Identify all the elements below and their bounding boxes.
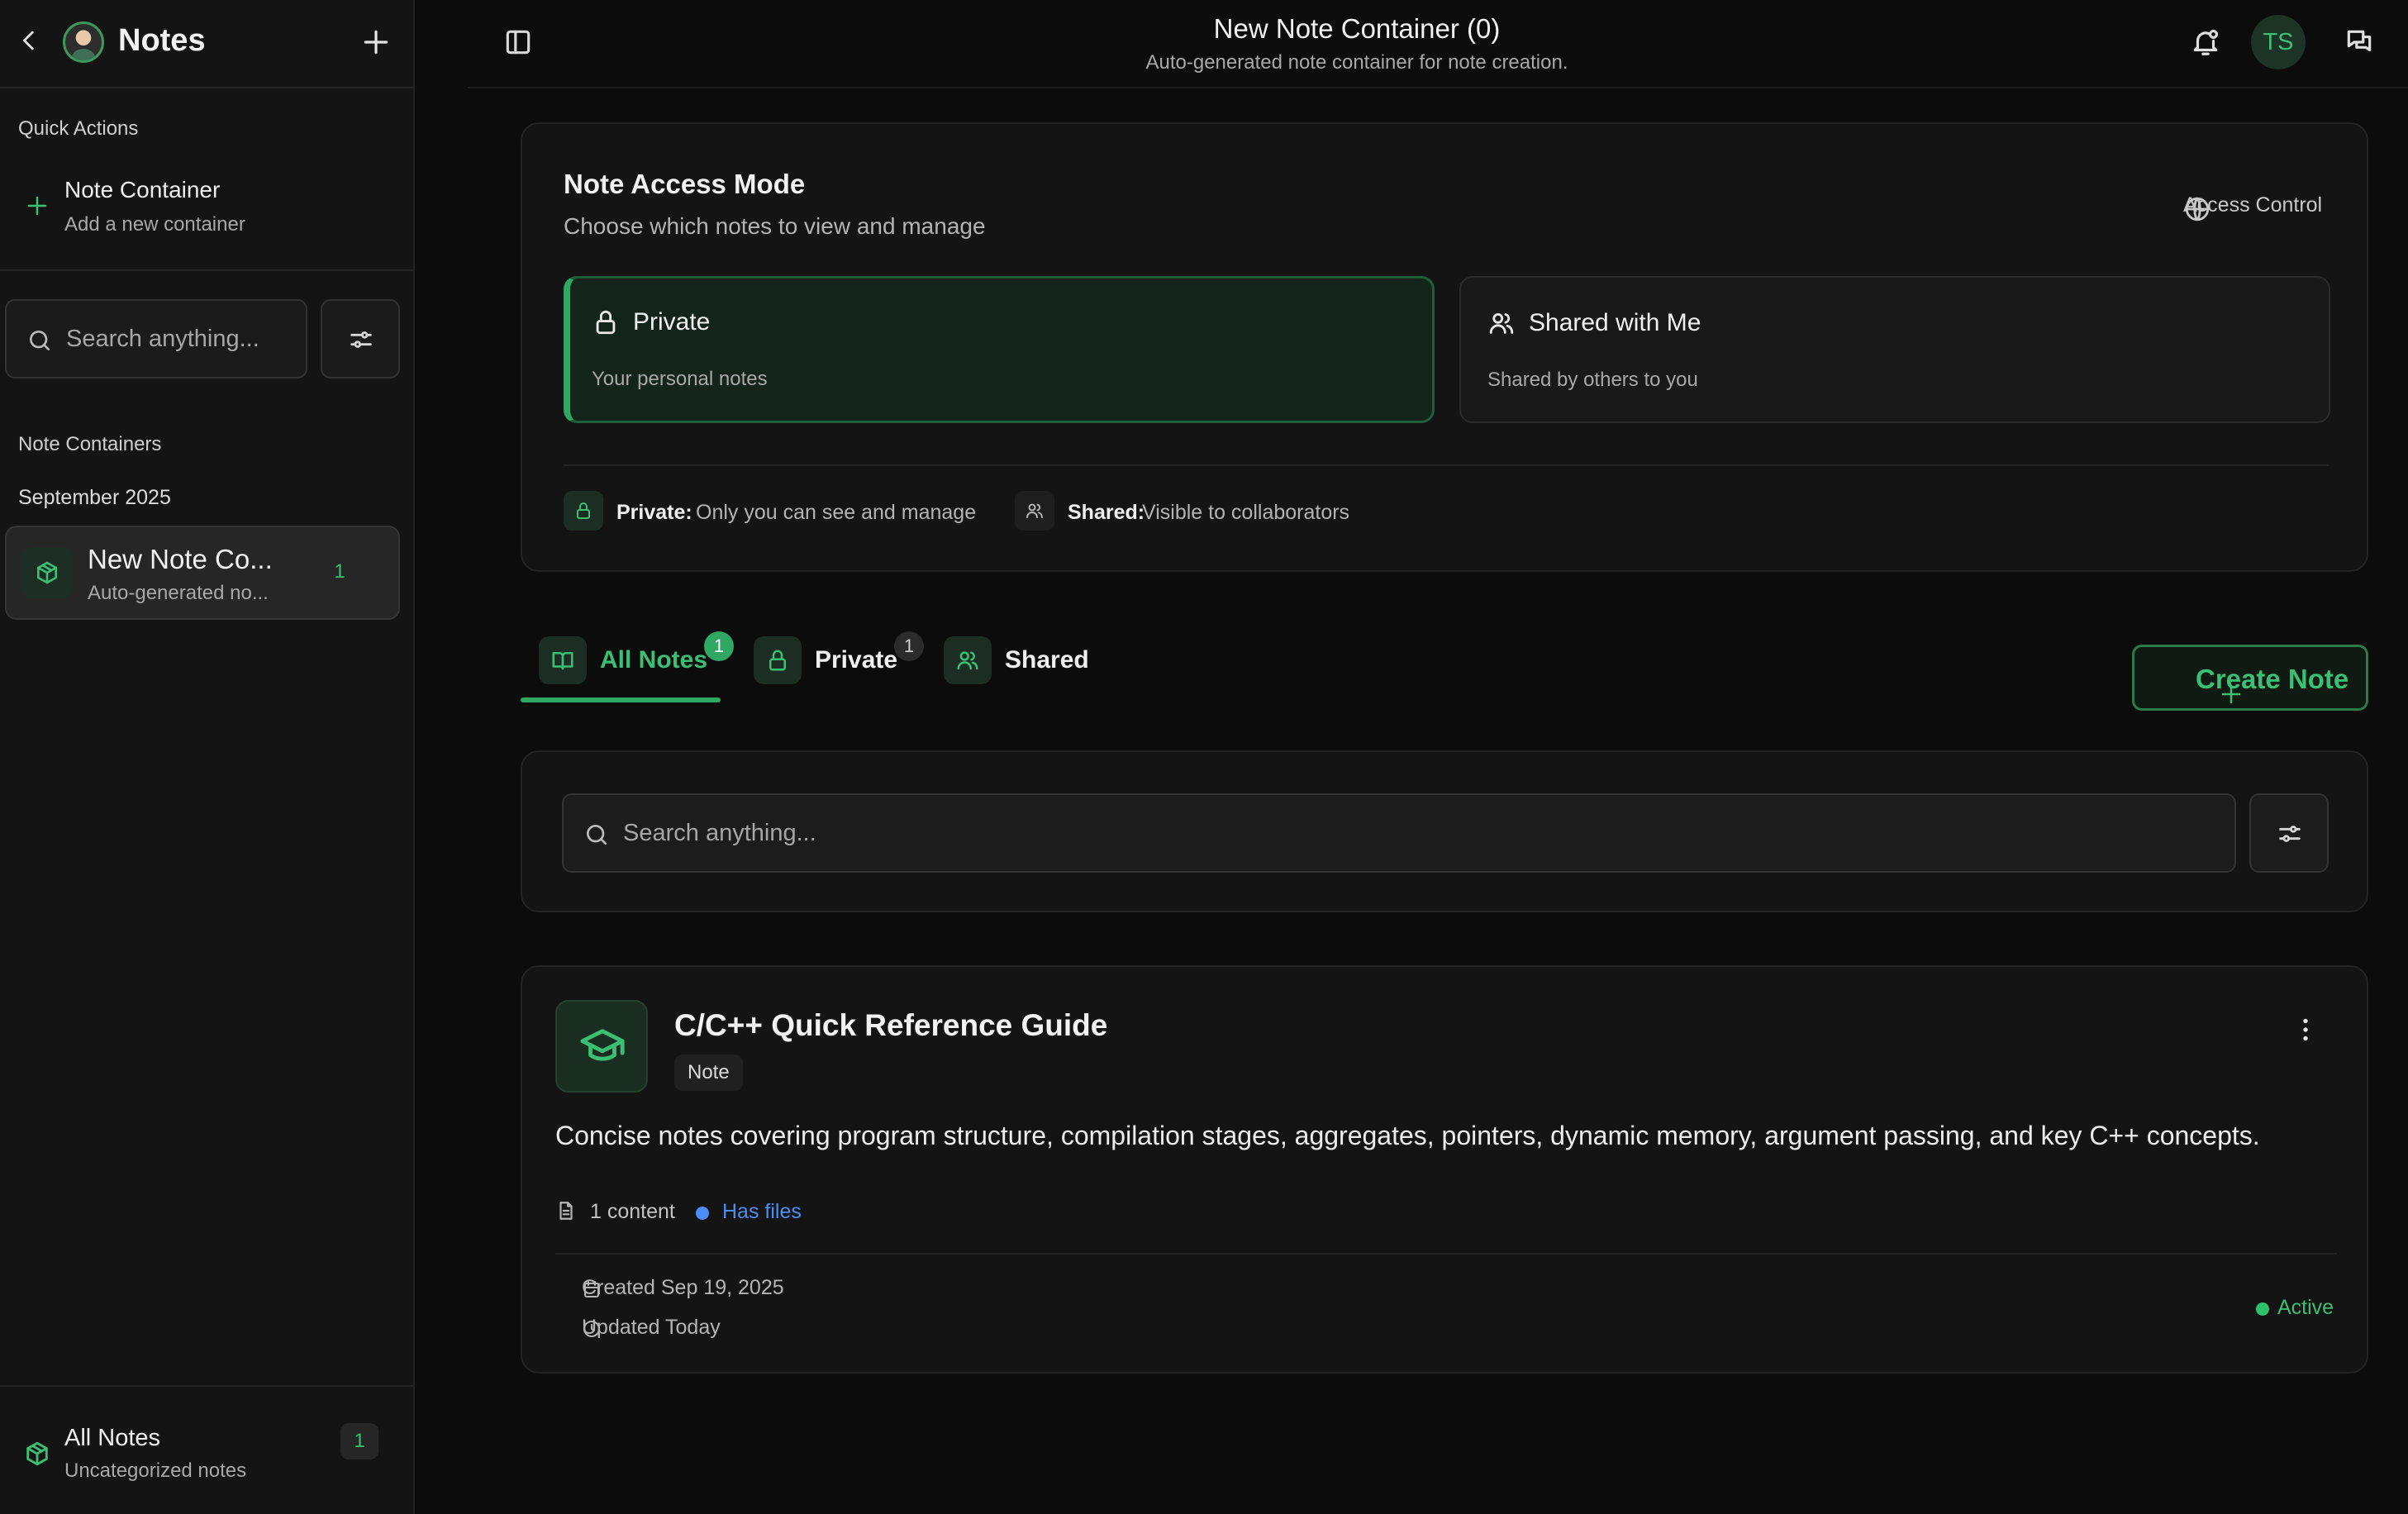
page-title: New Note Container (0) (1213, 13, 1501, 44)
tab-shared[interactable]: Shared (944, 635, 1109, 688)
lock-icon (754, 636, 802, 684)
private-mode-option[interactable]: Private Your personal notes (564, 276, 1435, 423)
search-icon (26, 327, 53, 354)
container-list-item[interactable]: New Note Co... Auto-generated no... 1 (5, 526, 400, 620)
created-date-text: Created Sep 19, 2025 (582, 1276, 784, 1299)
lock-icon (564, 491, 603, 531)
page-subtitle: Auto-generated note container for note c… (1145, 51, 1568, 74)
lock-icon (592, 308, 620, 336)
tab-shared-label: Shared (1005, 646, 1089, 674)
all-notes-title: All Notes (64, 1425, 161, 1451)
container-item-count: 1 (334, 560, 345, 583)
access-mode-subtitle: Choose which notes to view and manage (564, 213, 986, 239)
tab-all-notes[interactable]: All Notes 1 (539, 631, 734, 688)
users-icon (1015, 491, 1054, 531)
private-legend-value: Only you can see and manage (696, 501, 977, 524)
access-mode-card: Note Access Mode Choose which notes to v… (521, 122, 2368, 572)
sidebar-filter-button[interactable] (321, 299, 400, 378)
create-note-label: Create Note (2196, 664, 2349, 694)
has-files-text: Has files (722, 1200, 802, 1223)
private-legend: Private: Only you can see and manage (564, 491, 993, 532)
shared-mode-subtitle: Shared by others to you (1487, 369, 1698, 391)
shared-mode-option[interactable]: Shared with Me Shared by others to you (1459, 276, 2330, 423)
shared-mode-title: Shared with Me (1529, 309, 1701, 336)
updated-date-text: Updated Today (582, 1316, 721, 1339)
box-icon (23, 1440, 51, 1468)
notes-search (562, 793, 2236, 873)
users-icon (1487, 309, 1516, 337)
sidebar: Notes Quick Actions Note Container Add a… (0, 0, 415, 1514)
tab-private[interactable]: Private 1 (754, 631, 935, 688)
chat-icon[interactable] (2344, 26, 2375, 58)
tab-private-badge: 1 (894, 631, 924, 661)
quick-action-title: Note Container (64, 177, 221, 202)
content-count-text: 1 content (590, 1200, 675, 1223)
private-mode-title: Private (633, 308, 711, 336)
all-notes-item[interactable]: All Notes Uncategorized notes 1 (0, 1385, 413, 1514)
user-avatar[interactable]: TS (2251, 15, 2306, 69)
private-mode-subtitle: Your personal notes (592, 368, 768, 390)
tab-private-label: Private (815, 646, 898, 674)
month-group-label: September 2025 (18, 486, 171, 509)
container-item-title: New Note Co... (88, 544, 273, 574)
private-legend-key: Private: (616, 501, 692, 524)
files-dot (696, 1207, 709, 1220)
container-item-subtitle: Auto-generated no... (88, 582, 269, 604)
more-vertical-icon[interactable] (2291, 1015, 2320, 1045)
create-note-button[interactable]: Create Note (2132, 645, 2368, 711)
all-notes-subtitle: Uncategorized notes (64, 1459, 247, 1482)
divider (555, 1253, 2337, 1255)
add-container-button[interactable]: Note Container Add a new container (18, 174, 398, 240)
search-icon (583, 821, 610, 848)
status-text: Active (2277, 1296, 2334, 1319)
note-title[interactable]: C/C++ Quick Reference Guide (674, 1008, 1107, 1043)
plus-icon[interactable] (360, 26, 392, 58)
access-control-label: Access Control (2183, 193, 2323, 217)
bell-icon[interactable] (2190, 26, 2221, 58)
notes-search-card (521, 750, 2368, 912)
sidebar-header: Notes (0, 0, 413, 88)
tab-all-notes-badge: 1 (704, 631, 734, 661)
sidebar-search (5, 299, 307, 378)
notes-search-input[interactable] (623, 817, 2193, 850)
note-card[interactable]: C/C++ Quick Reference Guide Note Concise… (521, 965, 2368, 1374)
active-tab-indicator (521, 697, 721, 702)
all-notes-count: 1 (340, 1423, 378, 1459)
tab-all-notes-label: All Notes (600, 646, 708, 674)
quick-actions-label: Quick Actions (18, 117, 139, 140)
sidebar-search-input[interactable] (66, 322, 297, 355)
chevron-left-icon[interactable] (15, 26, 43, 55)
access-mode-title: Note Access Mode (564, 169, 806, 199)
avatar[interactable] (63, 21, 104, 63)
status-dot (2256, 1302, 2269, 1316)
box-icon (21, 547, 73, 598)
graduation-cap-icon (555, 1000, 648, 1093)
divider (564, 464, 2329, 466)
book-open-icon (539, 636, 587, 684)
sidebar-title: Notes (118, 23, 206, 58)
plus-icon (25, 193, 50, 218)
shared-legend-key: Shared: (1068, 501, 1145, 524)
users-icon (944, 636, 992, 684)
divider (0, 269, 413, 271)
shared-legend-value: Visible to collaborators (1142, 501, 1350, 524)
notes-filter-button[interactable] (2249, 793, 2329, 873)
note-description: Concise notes covering program structure… (555, 1121, 2260, 1150)
note-containers-label: Note Containers (18, 433, 162, 455)
note-tag-badge: Note (674, 1055, 743, 1091)
topbar: New Note Container (0) Auto-generated no… (468, 0, 2408, 88)
quick-action-subtitle: Add a new container (64, 213, 245, 236)
shared-legend: Shared: Visible to collaborators (1015, 491, 1428, 532)
